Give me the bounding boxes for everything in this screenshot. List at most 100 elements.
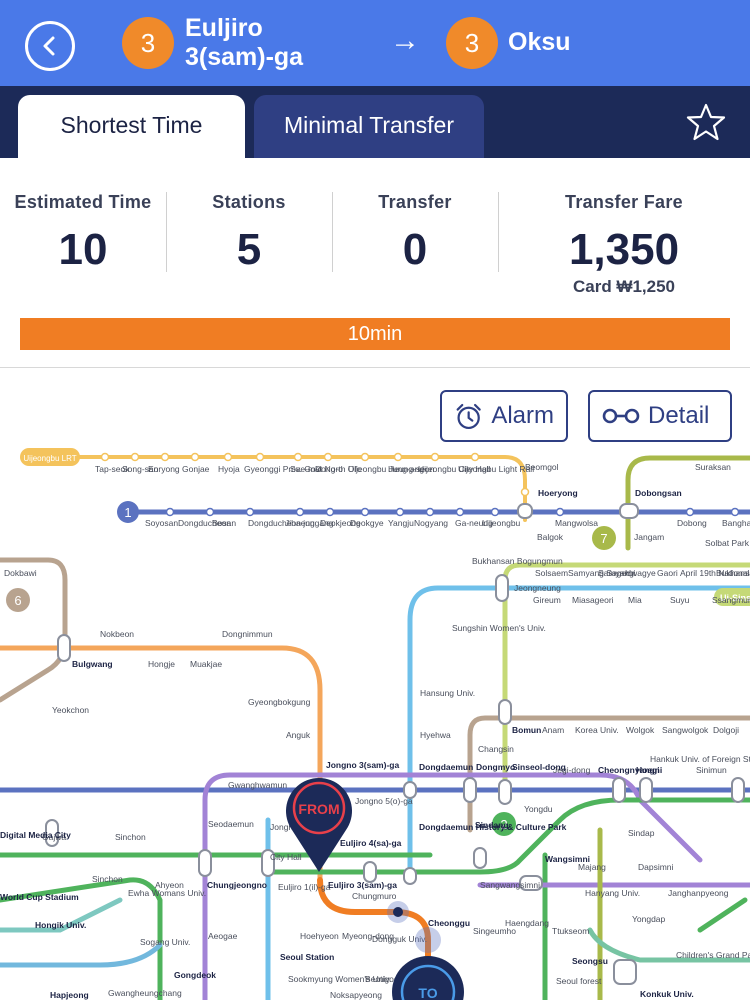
- station-label[interactable]: Dobongsan: [635, 488, 682, 498]
- station-label[interactable]: Hongje: [148, 659, 175, 669]
- station-marker[interactable]: [495, 574, 509, 602]
- station-label[interactable]: Dongdaemun: [419, 762, 473, 772]
- station-label[interactable]: Seodaemun: [208, 819, 254, 829]
- station-label[interactable]: Wolgok: [626, 725, 655, 735]
- station-label[interactable]: Uijeongbu Light Rail: [458, 464, 534, 474]
- station-label[interactable]: Nokbeon: [100, 629, 134, 639]
- station-label[interactable]: Hyoja: [218, 464, 240, 474]
- station-label[interactable]: Konkuk Univ.: [640, 989, 694, 999]
- station-label[interactable]: Solsaem: [535, 568, 568, 578]
- station-label[interactable]: Beomgol: [525, 462, 559, 472]
- station-marker[interactable]: [498, 779, 512, 805]
- station-label[interactable]: Gyeongbokgung: [248, 697, 311, 707]
- station-label[interactable]: Chungmuro: [352, 891, 397, 901]
- tab-shortest-time[interactable]: Shortest Time: [18, 95, 245, 158]
- station-label[interactable]: Dolgoji: [713, 725, 739, 735]
- station-label[interactable]: Euljiro 4(sa)-ga: [340, 838, 402, 848]
- station-label[interactable]: Jangam: [634, 532, 664, 542]
- station-label[interactable]: Euljiro 1(il)-ga: [278, 882, 331, 892]
- station-marker[interactable]: [619, 503, 639, 519]
- station-label[interactable]: Suyu: [670, 595, 690, 605]
- station-label[interactable]: Nogyang: [414, 518, 448, 528]
- station-label[interactable]: Chungjeongno: [207, 880, 267, 890]
- station-label[interactable]: Sinimun: [696, 765, 727, 775]
- station-label[interactable]: Dokbawi: [4, 568, 37, 578]
- station-label[interactable]: Mia: [628, 595, 642, 605]
- station-label[interactable]: Dongnimmun: [222, 629, 273, 639]
- station-label[interactable]: Bomun: [512, 725, 541, 735]
- station-label[interactable]: Gongdeok: [174, 970, 216, 980]
- station-label[interactable]: Uijeongbu: [482, 518, 521, 528]
- station-marker[interactable]: [57, 634, 71, 662]
- station-marker[interactable]: [403, 867, 417, 885]
- station-label[interactable]: Sangwangsimni: [480, 880, 540, 890]
- station-label[interactable]: Gwangheungchang: [108, 988, 182, 998]
- station-label[interactable]: Miasageori: [572, 595, 614, 605]
- station-label[interactable]: Haengdang: [505, 918, 549, 928]
- station-label[interactable]: World Cup Stadium: [0, 892, 79, 902]
- station-label[interactable]: Sinchon: [92, 874, 123, 884]
- station-label[interactable]: Ssangmun: [712, 595, 750, 605]
- station-label[interactable]: Banghak: [722, 518, 750, 528]
- station-label[interactable]: Euljiro 3(sam)-ga: [328, 880, 397, 890]
- station-marker[interactable]: [363, 861, 377, 883]
- station-label[interactable]: Jeongneung: [514, 583, 561, 593]
- station-label[interactable]: Gireum: [533, 595, 561, 605]
- station-marker[interactable]: [498, 699, 512, 725]
- station-label[interactable]: Anam: [542, 725, 564, 735]
- station-label[interactable]: Korea Univ.: [575, 725, 619, 735]
- station-label[interactable]: Seoul Station: [280, 952, 334, 962]
- station-label[interactable]: Sangwolgok: [662, 725, 709, 735]
- station-label[interactable]: Suraksan: [695, 462, 731, 472]
- station-label[interactable]: Ttukseom: [552, 926, 589, 936]
- station-label[interactable]: Hoeryong: [538, 488, 578, 498]
- station-marker[interactable]: [731, 777, 745, 803]
- tab-minimal-transfer[interactable]: Minimal Transfer: [254, 95, 484, 158]
- station-label[interactable]: Soyosan: [145, 518, 178, 528]
- station-label[interactable]: Yongdu: [524, 804, 553, 814]
- station-label[interactable]: Solbat Park: [705, 538, 750, 548]
- station-label[interactable]: Hoegi: [636, 765, 660, 775]
- station-label[interactable]: Dapsimni: [638, 862, 674, 872]
- station-label[interactable]: Seongsu: [572, 956, 608, 966]
- station-label[interactable]: Bukhansan Ui: [716, 568, 750, 578]
- station-label[interactable]: Sinchon: [115, 832, 146, 842]
- station-label[interactable]: Janghanpyeong: [668, 888, 729, 898]
- station-label[interactable]: Muakjae: [190, 659, 222, 669]
- station-label[interactable]: Dongmyo: [476, 762, 515, 772]
- station-label[interactable]: Hanyang Univ.: [585, 888, 640, 898]
- station-label[interactable]: Mangwolsa: [555, 518, 598, 528]
- station-label[interactable]: Seoul forest: [556, 976, 602, 986]
- detail-button[interactable]: Detail: [588, 390, 732, 442]
- station-label[interactable]: Changsin: [478, 744, 514, 754]
- station-label[interactable]: Sindang: [475, 820, 509, 830]
- station-label[interactable]: Yangju: [388, 518, 414, 528]
- station-label[interactable]: Jongno 5(o)-ga: [355, 796, 413, 806]
- station-label[interactable]: Gaori: [657, 568, 678, 578]
- station-label[interactable]: Hyehwa: [420, 730, 451, 740]
- station-label[interactable]: Dobong: [677, 518, 707, 528]
- subway-map[interactable]: Uijeongbu LRT Ui-Sinse 1 6 7 2 Tap-seok …: [0, 368, 750, 1000]
- station-marker[interactable]: [198, 849, 212, 877]
- station-marker[interactable]: [463, 777, 477, 803]
- station-marker[interactable]: [612, 777, 626, 803]
- station-label[interactable]: Yeokchon: [52, 705, 89, 715]
- station-marker[interactable]: [639, 777, 653, 803]
- station-label[interactable]: Gwanghwamun: [228, 780, 287, 790]
- station-label[interactable]: Hongik Univ.: [35, 920, 86, 930]
- alarm-button[interactable]: Alarm: [440, 390, 568, 442]
- station-label[interactable]: Hwagye: [625, 568, 656, 578]
- station-label[interactable]: Aeogae: [208, 931, 238, 941]
- station-label[interactable]: Bosan: [212, 518, 236, 528]
- station-label[interactable]: Hapjeong: [50, 990, 89, 1000]
- station-label[interactable]: Balgok: [537, 532, 564, 542]
- station-label[interactable]: Hoehyeon: [300, 931, 339, 941]
- station-label[interactable]: Hansung Univ.: [420, 688, 475, 698]
- star-icon[interactable]: [686, 102, 726, 142]
- station-label[interactable]: Noksapyeong: [330, 990, 382, 1000]
- station-label[interactable]: Dong-o: [315, 464, 343, 474]
- station-marker[interactable]: [517, 503, 533, 519]
- station-label[interactable]: Sogang Univ.: [140, 937, 190, 947]
- station-label[interactable]: Gonjae: [182, 464, 210, 474]
- station-label[interactable]: Children's Grand Park: [676, 950, 750, 960]
